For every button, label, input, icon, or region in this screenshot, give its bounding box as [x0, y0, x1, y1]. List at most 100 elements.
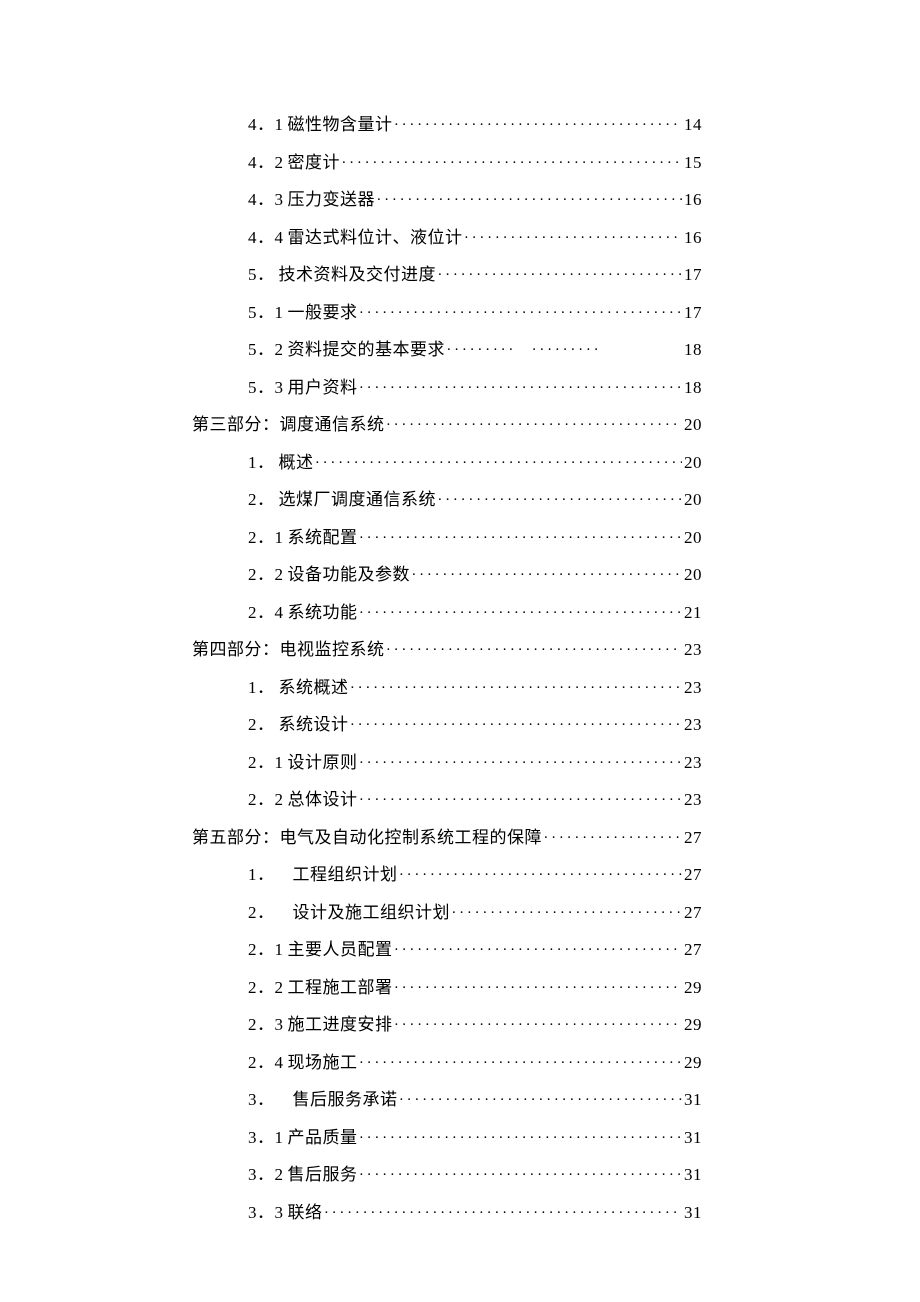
toc-entry: 2．2工程施工部署29	[192, 973, 702, 1011]
toc-entry-title: 雷达式料位计、液位计	[288, 223, 463, 248]
toc-entry-title: 现场施工	[288, 1048, 358, 1073]
toc-entry-page: 17	[684, 303, 702, 323]
toc-entry-page: 23	[684, 678, 702, 698]
toc-entry: 2．4现场施工 29	[192, 1048, 702, 1086]
toc-entry: 4．3压力变送器16	[192, 185, 702, 223]
toc-entry: 1．系统概述 23	[192, 673, 702, 711]
toc-entry-number: 3．1	[248, 1123, 288, 1148]
toc-entry: 1．工程组织计划 27	[192, 860, 702, 898]
toc-entry-page: 18	[684, 340, 702, 360]
toc-entry-page: 16	[684, 228, 702, 248]
toc-leader-dots	[360, 1051, 683, 1068]
toc-leader-dots	[395, 1013, 683, 1030]
toc-leader-dots	[387, 413, 683, 430]
toc-entry: 第五部分：电气及自动化控制系统工程的保障27	[192, 823, 702, 861]
toc-entry-number: 2．4	[248, 1048, 288, 1073]
toc-entry-number: 3．	[248, 1085, 293, 1110]
toc-entry: 2．1设计原则 23	[192, 748, 702, 786]
toc-entry-number: 2．3	[248, 1010, 288, 1035]
toc-entry-page: 23	[684, 715, 702, 735]
toc-entry: 2．4系统功能21	[192, 598, 702, 636]
toc-leader-dots	[360, 526, 683, 543]
toc-leader-dots	[447, 338, 682, 355]
toc-leader-dots	[360, 376, 683, 393]
toc-entry-number: 3．3	[248, 1198, 288, 1223]
toc-leader-dots	[360, 601, 683, 618]
toc-entry-page: 18	[684, 378, 702, 398]
toc-entry: 2．选煤厂调度通信系统20	[192, 485, 702, 523]
toc-entry-number: 1．	[248, 673, 279, 698]
toc-entry-number: 4．2	[248, 148, 288, 173]
toc-entry-title: 总体设计	[288, 785, 358, 810]
toc-entry: 2．设计及施工组织计划 27	[192, 898, 702, 936]
toc-entry-number: 2．	[248, 898, 293, 923]
toc-entry-page: 23	[684, 753, 702, 773]
toc-leader-dots	[438, 488, 682, 505]
toc-entry-title: 售后服务	[288, 1160, 358, 1185]
toc-leader-dots	[412, 563, 682, 580]
toc-entry-title: 资料提交的基本要求	[288, 335, 446, 360]
toc-entry-number: 2．2	[248, 785, 288, 810]
toc-entry-number: 4．1	[248, 110, 288, 135]
toc-entry: 2．1主要人员配置27	[192, 935, 702, 973]
toc-entry-title: 用户资料	[288, 373, 358, 398]
toc-entry-number: 1．	[248, 860, 293, 885]
toc-entry-title: 第三部分：调度通信系统	[192, 410, 385, 435]
toc-entry-page: 15	[684, 153, 702, 173]
toc-entry-page: 29	[684, 1053, 702, 1073]
toc-entry-title: 选煤厂调度通信系统	[279, 485, 437, 510]
toc-entry-title: 系统配置	[288, 523, 358, 548]
toc-entry: 2．2设备功能及参数20	[192, 560, 702, 598]
toc-leader-dots	[360, 1163, 683, 1180]
toc-entry-number: 2．1	[248, 748, 288, 773]
toc-entry-page: 27	[684, 828, 702, 848]
table-of-contents: 4．1磁性物含量计144．2密度计154．3压力变送器164．4雷达式料位计、液…	[192, 110, 702, 1235]
toc-entry-title: 设计原则	[288, 748, 358, 773]
toc-leader-dots	[360, 788, 683, 805]
toc-leader-dots	[316, 451, 683, 468]
toc-leader-dots	[351, 713, 683, 730]
toc-leader-dots	[325, 1201, 683, 1218]
toc-leader-dots	[395, 938, 683, 955]
toc-leader-dots	[544, 826, 682, 843]
toc-entry-number: 2．	[248, 485, 279, 510]
toc-entry-number: 5．1	[248, 298, 288, 323]
toc-entry-number: 5．3	[248, 373, 288, 398]
toc-entry: 3．1产品质量31	[192, 1123, 702, 1161]
toc-entry-title: 售后服务承诺	[293, 1085, 398, 1110]
toc-leader-dots	[360, 301, 683, 318]
toc-entry-title: 工程组织计划	[293, 860, 398, 885]
toc-entry-number: 2．2	[248, 973, 288, 998]
toc-leader-dots	[452, 901, 682, 918]
toc-entry-number: 2．1	[248, 935, 288, 960]
toc-entry-page: 20	[684, 565, 702, 585]
toc-entry-number: 2．2	[248, 560, 288, 585]
toc-leader-dots	[360, 1126, 683, 1143]
toc-entry-page: 31	[684, 1090, 702, 1110]
toc-entry-title: 技术资料及交付进度	[279, 260, 437, 285]
toc-leader-dots	[400, 863, 683, 880]
toc-leader-dots	[387, 638, 683, 655]
toc-entry-page: 31	[684, 1203, 702, 1223]
toc-entry-number: 5．2	[248, 335, 288, 360]
toc-entry: 2．3施工进度安排29	[192, 1010, 702, 1048]
toc-entry-page: 20	[684, 453, 702, 473]
toc-leader-dots	[351, 676, 683, 693]
toc-entry: 4．1磁性物含量计 14	[192, 110, 702, 148]
toc-entry-title: 主要人员配置	[288, 935, 393, 960]
toc-entry-page: 14	[684, 115, 702, 135]
toc-entry-title: 设计及施工组织计划	[293, 898, 451, 923]
toc-entry-page: 27	[684, 903, 702, 923]
toc-entry-page: 31	[684, 1128, 702, 1148]
toc-entry-page: 23	[684, 790, 702, 810]
toc-entry: 2．1系统配置20	[192, 523, 702, 561]
toc-entry: 2．系统设计23	[192, 710, 702, 748]
toc-entry-title: 工程施工部署	[288, 973, 393, 998]
toc-entry-number: 2．	[248, 710, 279, 735]
toc-leader-dots	[377, 188, 682, 205]
toc-entry-page: 27	[684, 865, 702, 885]
toc-entry-page: 31	[684, 1165, 702, 1185]
toc-entry-title: 磁性物含量计	[288, 110, 393, 135]
toc-entry-title: 系统概述	[279, 673, 349, 698]
toc-entry: 3．售后服务承诺 31	[192, 1085, 702, 1123]
